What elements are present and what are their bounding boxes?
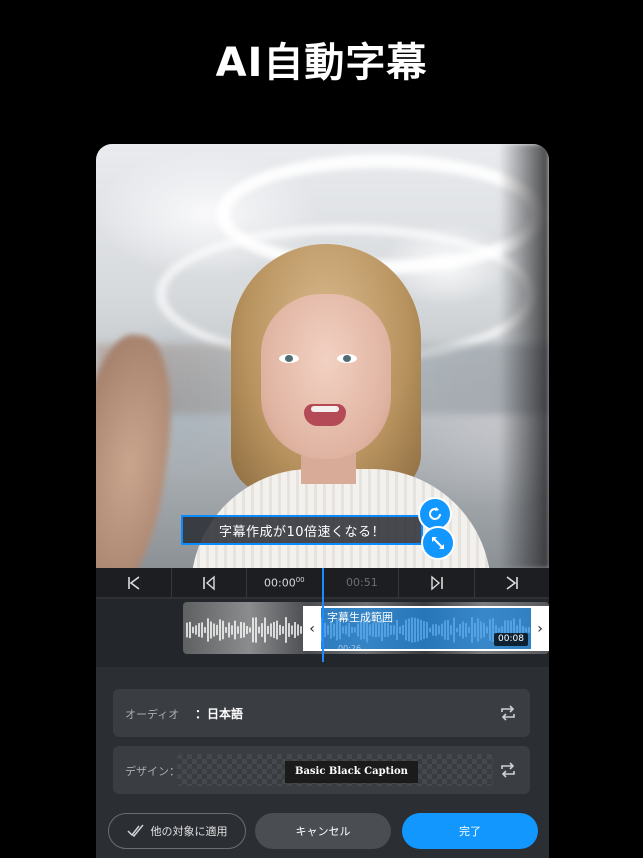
range-left-handle-icon[interactable]: ‹ xyxy=(303,606,321,651)
transport-divider xyxy=(474,568,475,598)
audio-language-row[interactable]: オーディオ ：日本語 xyxy=(113,689,530,737)
next-frame-icon[interactable] xyxy=(429,575,445,591)
skip-to-start-icon[interactable] xyxy=(126,575,142,591)
transport-divider xyxy=(246,568,247,598)
transport-divider xyxy=(398,568,399,598)
transport-divider xyxy=(171,568,172,598)
current-time-frac: 00 xyxy=(295,576,305,584)
person-eye-left xyxy=(279,354,299,363)
resize-handle-icon[interactable] xyxy=(421,526,455,560)
range-right-handle-icon[interactable]: › xyxy=(531,606,549,651)
end-time: 00:51 xyxy=(346,576,378,589)
range-label: 字幕生成範囲 xyxy=(327,611,393,624)
skip-to-end-icon[interactable] xyxy=(504,575,520,591)
design-label: デザイン： xyxy=(125,765,180,778)
app-screen: 字幕作成が10倍速くなる！ 00:0000 00:51 ‹ › 字幕生成範囲 0… xyxy=(96,144,549,858)
range-start-time: 00:26 xyxy=(338,644,362,653)
current-time-main: 00:00 xyxy=(264,576,296,590)
range-duration-badge: 00:08 xyxy=(494,633,528,646)
playhead[interactable] xyxy=(322,568,324,662)
design-style-row[interactable]: デザイン： Basic Black Caption xyxy=(113,746,530,794)
cancel-button[interactable]: キャンセル xyxy=(255,813,391,849)
caption-text: 字幕作成が10倍速くなる！ xyxy=(218,524,386,540)
swap-icon[interactable] xyxy=(498,760,518,780)
person-eye-right xyxy=(337,354,357,363)
settings-panel: オーディオ ：日本語 デザイン： Basic Black Caption 他の対… xyxy=(96,667,549,858)
design-style-name: Basic Black Caption xyxy=(285,761,418,783)
apply-to-others-label: 他の対象に適用 xyxy=(150,825,228,838)
person-face xyxy=(261,294,391,459)
swap-icon[interactable] xyxy=(498,703,518,723)
double-check-icon xyxy=(126,824,144,838)
audio-label: オーディオ xyxy=(125,708,180,721)
mall-pillar xyxy=(499,144,549,568)
current-time: 00:0000 xyxy=(264,576,305,590)
audio-value: ：日本語 xyxy=(195,707,244,721)
done-button[interactable]: 完了 xyxy=(402,813,538,849)
caption-text-box[interactable]: 字幕作成が10倍速くなる！ xyxy=(181,515,423,545)
headline: AI自動字幕 xyxy=(215,40,428,86)
apply-to-others-button[interactable]: 他の対象に適用 xyxy=(108,813,246,849)
person-mouth xyxy=(304,404,346,426)
video-preview[interactable]: 字幕作成が10倍速くなる！ xyxy=(96,144,549,568)
previous-frame-icon[interactable] xyxy=(201,575,217,591)
